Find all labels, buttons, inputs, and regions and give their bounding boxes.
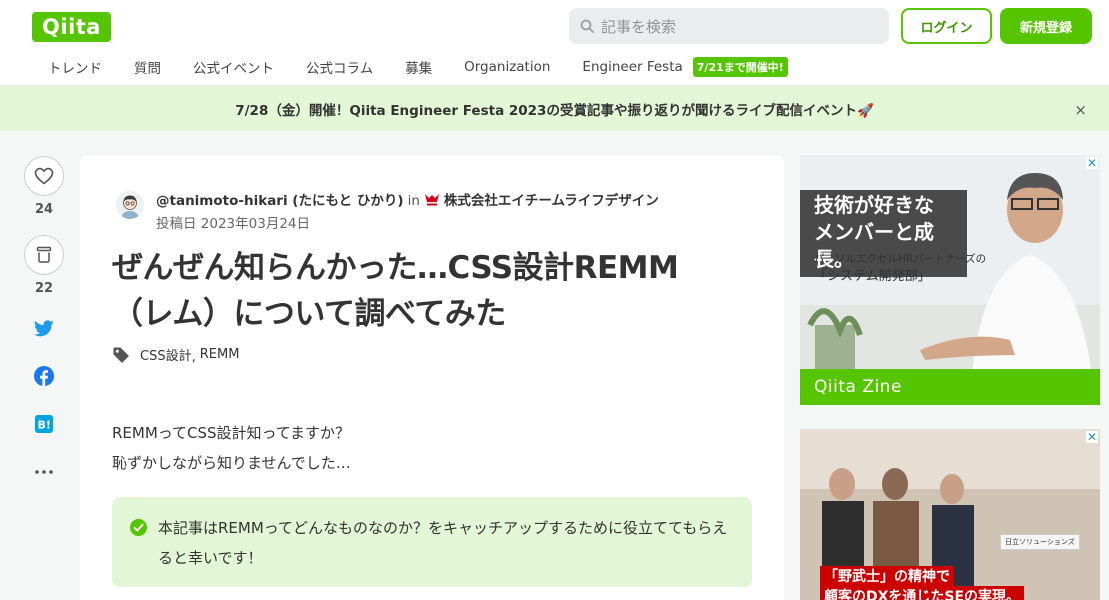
- post-date: 投稿日 2023年03月24日: [156, 216, 311, 232]
- author-avatar[interactable]: [116, 191, 144, 219]
- organization-logo-icon[interactable]: [424, 193, 440, 207]
- ad-subtext: パーソルエクセルHRパートナーズの: [814, 253, 987, 265]
- tag-separator: ,: [191, 350, 196, 365]
- like-button[interactable]: [24, 156, 64, 196]
- note-text: 本記事はREMMってどんなものなのか？をキャッチアップするために役立ててもらえる…: [158, 519, 728, 567]
- search-placeholder: 記事を検索: [601, 17, 677, 36]
- stock-count: 22: [34, 281, 54, 296]
- nav-engineer-festa[interactable]: Engineer Festa: [582, 59, 682, 75]
- login-button[interactable]: ログイン: [901, 8, 992, 44]
- twitter-icon: [34, 319, 54, 336]
- body-line: REMMってCSS設計知ってますか？: [112, 424, 351, 442]
- stock-icon: [36, 246, 52, 263]
- article-title: ぜんぜん知らんかった…CSS設計REMM（レム）について調べてみた: [112, 250, 679, 332]
- tag-icon: [113, 347, 129, 363]
- ad-headline-line: 技術が好きな: [814, 193, 934, 217]
- like-count: 24: [34, 202, 54, 217]
- ad-close-icon[interactable]: ✕: [1085, 431, 1098, 443]
- tag-list: CSS設計, REMM: [112, 344, 239, 365]
- ad-headline-line: 顧客のDXを通じたSEの実現。: [820, 586, 1025, 600]
- stock-button[interactable]: [24, 235, 64, 275]
- author-name[interactable]: @tanimoto-hikari (たにもと ひかり): [156, 193, 404, 209]
- announcement-banner[interactable]: 7/28（金）開催！Qiita Engineer Festa 2023の受賞記事…: [0, 86, 1109, 131]
- article-actions: 24 22 B!: [24, 156, 64, 484]
- more-icon: [35, 470, 53, 474]
- banner-text[interactable]: 7/28（金）開催！Qiita Engineer Festa 2023の受賞記事…: [235, 99, 874, 119]
- author-line: @tanimoto-hikari (たにもと ひかり) in 株式会社エイチームラ…: [156, 189, 659, 209]
- ad-subtext: 「システム開発部」: [814, 269, 931, 284]
- qiita-logo[interactable]: Qiita: [32, 12, 111, 42]
- tag-remm[interactable]: REMM: [200, 347, 240, 362]
- ad-banner-qiita-zine[interactable]: ✕ 技術が好きな メンバーと成長。 パーソルエクセルHRパートナーズの 「システ…: [800, 155, 1100, 405]
- article-body: REMMってCSS設計知ってますか？ 恥ずかしながら知りませんでした…: [112, 418, 351, 478]
- more-options-button[interactable]: [24, 460, 64, 484]
- ad-close-icon[interactable]: ✕: [1085, 157, 1098, 169]
- nav-trend[interactable]: トレンド: [48, 57, 102, 77]
- nav-organization[interactable]: Organization: [464, 59, 550, 75]
- ad-headline-line: 「野武士」の精神で: [820, 566, 954, 586]
- hatena-bookmark-icon: B!: [35, 415, 53, 433]
- check-circle-icon: [130, 519, 147, 536]
- ad-company-tag: 日立ソリューションズ: [1000, 534, 1080, 550]
- note-box: 本記事はREMMってどんなものなのか？をキャッチアップするために役立ててもらえる…: [112, 497, 752, 587]
- tag-css-design[interactable]: CSS設計: [140, 345, 192, 364]
- avatar-illustration: [116, 191, 144, 219]
- body-line: 恥ずかしながら知りませんでした…: [112, 454, 351, 472]
- ad-footer-qiita-zine: Qiita Zine: [800, 369, 1100, 405]
- festa-badge[interactable]: 7/21まで開催中!: [692, 57, 788, 77]
- main-nav: トレンド 質問 公式イベント 公式コラム 募集 Organization Eng…: [32, 55, 788, 79]
- nav-questions[interactable]: 質問: [134, 57, 161, 77]
- in-word: in: [407, 193, 420, 209]
- search-icon: [580, 19, 594, 33]
- search-input[interactable]: 記事を検索: [569, 8, 889, 44]
- hatena-share-button[interactable]: B!: [24, 412, 64, 436]
- nav-official-events[interactable]: 公式イベント: [193, 57, 274, 77]
- signup-button[interactable]: 新規登録: [1000, 8, 1092, 44]
- facebook-icon: [34, 366, 54, 386]
- site-header: Qiita 記事を検索 ログイン 新規登録 トレンド 質問 公式イベント 公式コ…: [0, 0, 1109, 86]
- svg-text:B!: B!: [38, 419, 51, 432]
- nav-recruit[interactable]: 募集: [405, 57, 432, 77]
- organization-name[interactable]: 株式会社エイチームライフデザイン: [444, 193, 659, 209]
- twitter-share-button[interactable]: [24, 316, 64, 340]
- article-card: @tanimoto-hikari (たにもと ひかり) in 株式会社エイチームラ…: [80, 155, 784, 600]
- ad-banner-hitachi[interactable]: ✕ 日立ソリューションズ 「野武士」の精神で 顧客のDXを通じたSEの実現。: [800, 429, 1100, 600]
- nav-official-columns[interactable]: 公式コラム: [306, 57, 373, 77]
- heart-icon: [34, 167, 54, 185]
- facebook-share-button[interactable]: [24, 364, 64, 388]
- close-icon[interactable]: ×: [1074, 101, 1087, 119]
